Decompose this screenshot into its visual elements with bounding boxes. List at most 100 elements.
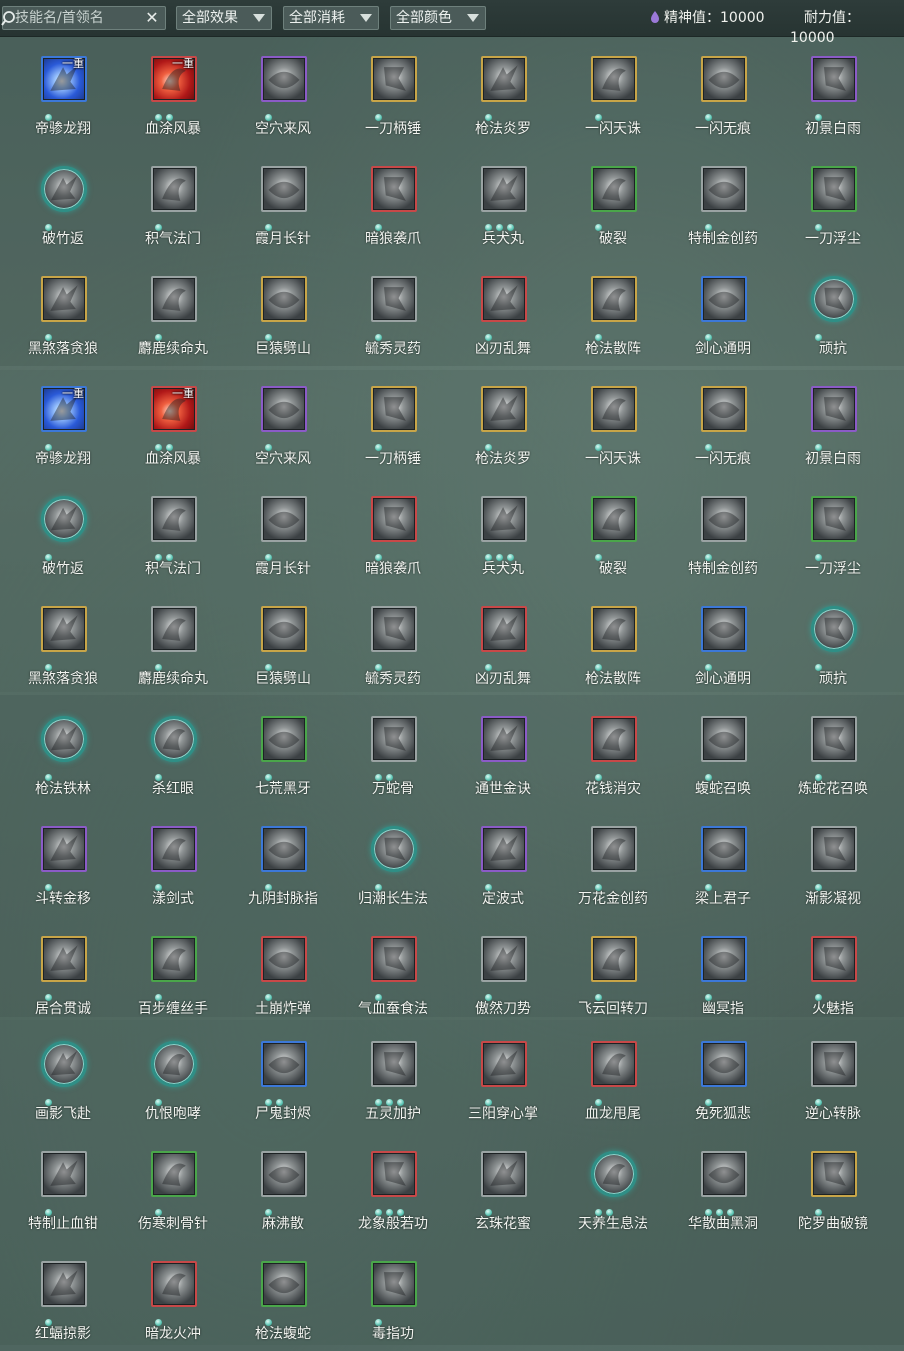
- skill-icon[interactable]: 一重: [41, 56, 87, 102]
- skill-card[interactable]: 毓秀灵药: [338, 586, 448, 696]
- skill-card[interactable]: 万花金创药: [558, 806, 668, 916]
- skill-card[interactable]: 一重 帝骖龙翔: [8, 36, 118, 146]
- skill-card[interactable]: 一重 血涂风暴: [118, 366, 228, 476]
- skill-card[interactable]: 画影飞赴: [8, 1021, 118, 1131]
- skill-icon[interactable]: [41, 826, 87, 872]
- skill-card[interactable]: 伤寒刺骨针: [118, 1131, 228, 1241]
- skill-card[interactable]: 枪法炎罗: [448, 36, 558, 146]
- skill-card[interactable]: 通世金诀: [448, 696, 558, 806]
- skill-icon[interactable]: [701, 1041, 747, 1087]
- skill-card[interactable]: 火魅指: [778, 916, 888, 1026]
- skill-icon[interactable]: [811, 716, 857, 762]
- skill-icon[interactable]: [371, 166, 417, 212]
- skill-icon[interactable]: 一重: [151, 56, 197, 102]
- skill-icon[interactable]: [41, 496, 87, 542]
- skill-card[interactable]: 巨猿劈山: [228, 256, 338, 366]
- skill-icon[interactable]: [591, 936, 637, 982]
- skill-card[interactable]: 气血蚕食法: [338, 916, 448, 1026]
- skill-card[interactable]: 顽抗: [778, 586, 888, 696]
- skill-icon[interactable]: [481, 826, 527, 872]
- skill-icon[interactable]: [591, 1151, 637, 1197]
- skill-card[interactable]: 暗龙火冲: [118, 1241, 228, 1351]
- skill-icon[interactable]: [261, 1041, 307, 1087]
- skill-icon[interactable]: [261, 1151, 307, 1197]
- skill-icon[interactable]: [811, 826, 857, 872]
- skill-icon[interactable]: [591, 826, 637, 872]
- skill-icon[interactable]: [151, 826, 197, 872]
- skill-card[interactable]: 一刀浮尘: [778, 146, 888, 256]
- skill-card[interactable]: 一重 血涂风暴: [118, 36, 228, 146]
- skill-card[interactable]: 华散曲黑洞: [668, 1131, 778, 1241]
- skill-card[interactable]: 居合贯诚: [8, 916, 118, 1026]
- skill-icon[interactable]: [701, 386, 747, 432]
- skill-card[interactable]: 杀红眼: [118, 696, 228, 806]
- skill-card[interactable]: 枪法炎罗: [448, 366, 558, 476]
- skill-icon[interactable]: [41, 936, 87, 982]
- skill-card[interactable]: 暗狼袭爪: [338, 476, 448, 586]
- skill-card[interactable]: 一刀柄锤: [338, 36, 448, 146]
- skill-icon[interactable]: [371, 1261, 417, 1307]
- skill-icon[interactable]: [41, 276, 87, 322]
- skill-icon[interactable]: [481, 276, 527, 322]
- skill-icon[interactable]: [371, 386, 417, 432]
- skill-icon[interactable]: [811, 56, 857, 102]
- skill-card[interactable]: 破裂: [558, 146, 668, 256]
- skill-card[interactable]: 龙象般若功: [338, 1131, 448, 1241]
- skill-icon[interactable]: [371, 276, 417, 322]
- skill-card[interactable]: 万蛇骨: [338, 696, 448, 806]
- skill-icon[interactable]: [481, 386, 527, 432]
- skill-card[interactable]: 玄珠花蜜: [448, 1131, 558, 1241]
- skill-icon[interactable]: [261, 936, 307, 982]
- skill-card[interactable]: 一刀浮尘: [778, 476, 888, 586]
- skill-card[interactable]: 一重 帝骖龙翔: [8, 366, 118, 476]
- skill-icon[interactable]: [481, 496, 527, 542]
- skill-icon[interactable]: [151, 1151, 197, 1197]
- skill-card[interactable]: 枪法散阵: [558, 586, 668, 696]
- skill-icon[interactable]: [261, 716, 307, 762]
- skill-card[interactable]: 兵犬丸: [448, 146, 558, 256]
- skill-card[interactable]: 百步缠丝手: [118, 916, 228, 1026]
- skill-card[interactable]: 剑心通明: [668, 256, 778, 366]
- skill-card[interactable]: 九阴封脉指: [228, 806, 338, 916]
- skill-icon[interactable]: [371, 1151, 417, 1197]
- skill-card[interactable]: 枪法散阵: [558, 256, 668, 366]
- skill-card[interactable]: 土崩炸弹: [228, 916, 338, 1026]
- skill-card[interactable]: 花钱消灾: [558, 696, 668, 806]
- skill-icon[interactable]: [481, 936, 527, 982]
- skill-card[interactable]: 一刀柄锤: [338, 366, 448, 476]
- skill-icon[interactable]: [151, 166, 197, 212]
- skill-icon[interactable]: [261, 826, 307, 872]
- skill-icon[interactable]: [481, 166, 527, 212]
- skill-card[interactable]: 定波式: [448, 806, 558, 916]
- skill-icon[interactable]: [371, 716, 417, 762]
- skill-icon[interactable]: [481, 1151, 527, 1197]
- skill-card[interactable]: 一闪无痕: [668, 36, 778, 146]
- skill-icon[interactable]: [591, 1041, 637, 1087]
- skill-card[interactable]: 特制止血钳: [8, 1131, 118, 1241]
- skill-icon[interactable]: [41, 716, 87, 762]
- skill-card[interactable]: 一闪天诛: [558, 36, 668, 146]
- skill-card[interactable]: 逆心转脉: [778, 1021, 888, 1131]
- skill-icon[interactable]: [151, 1261, 197, 1307]
- skill-icon[interactable]: [41, 1041, 87, 1087]
- skill-icon[interactable]: [591, 496, 637, 542]
- skill-card[interactable]: 梁上君子: [668, 806, 778, 916]
- skill-card[interactable]: 血龙甩尾: [558, 1021, 668, 1131]
- skill-icon[interactable]: [701, 56, 747, 102]
- skill-card[interactable]: 一闪无痕: [668, 366, 778, 476]
- skill-card[interactable]: 破裂: [558, 476, 668, 586]
- skill-card[interactable]: 霞月长针: [228, 476, 338, 586]
- skill-card[interactable]: 傲然刀势: [448, 916, 558, 1026]
- skill-card[interactable]: 归潮长生法: [338, 806, 448, 916]
- skill-card[interactable]: 炼蛇花召唤: [778, 696, 888, 806]
- skill-icon[interactable]: [591, 606, 637, 652]
- skill-card[interactable]: 特制金创药: [668, 146, 778, 256]
- skill-card[interactable]: 麝鹿续命丸: [118, 586, 228, 696]
- skill-card[interactable]: 特制金创药: [668, 476, 778, 586]
- skill-icon[interactable]: [261, 1261, 307, 1307]
- skill-card[interactable]: 凶刃乱舞: [448, 586, 558, 696]
- skill-icon[interactable]: [701, 606, 747, 652]
- skill-icon[interactable]: [481, 1041, 527, 1087]
- skill-icon[interactable]: [811, 166, 857, 212]
- skill-icon[interactable]: [591, 276, 637, 322]
